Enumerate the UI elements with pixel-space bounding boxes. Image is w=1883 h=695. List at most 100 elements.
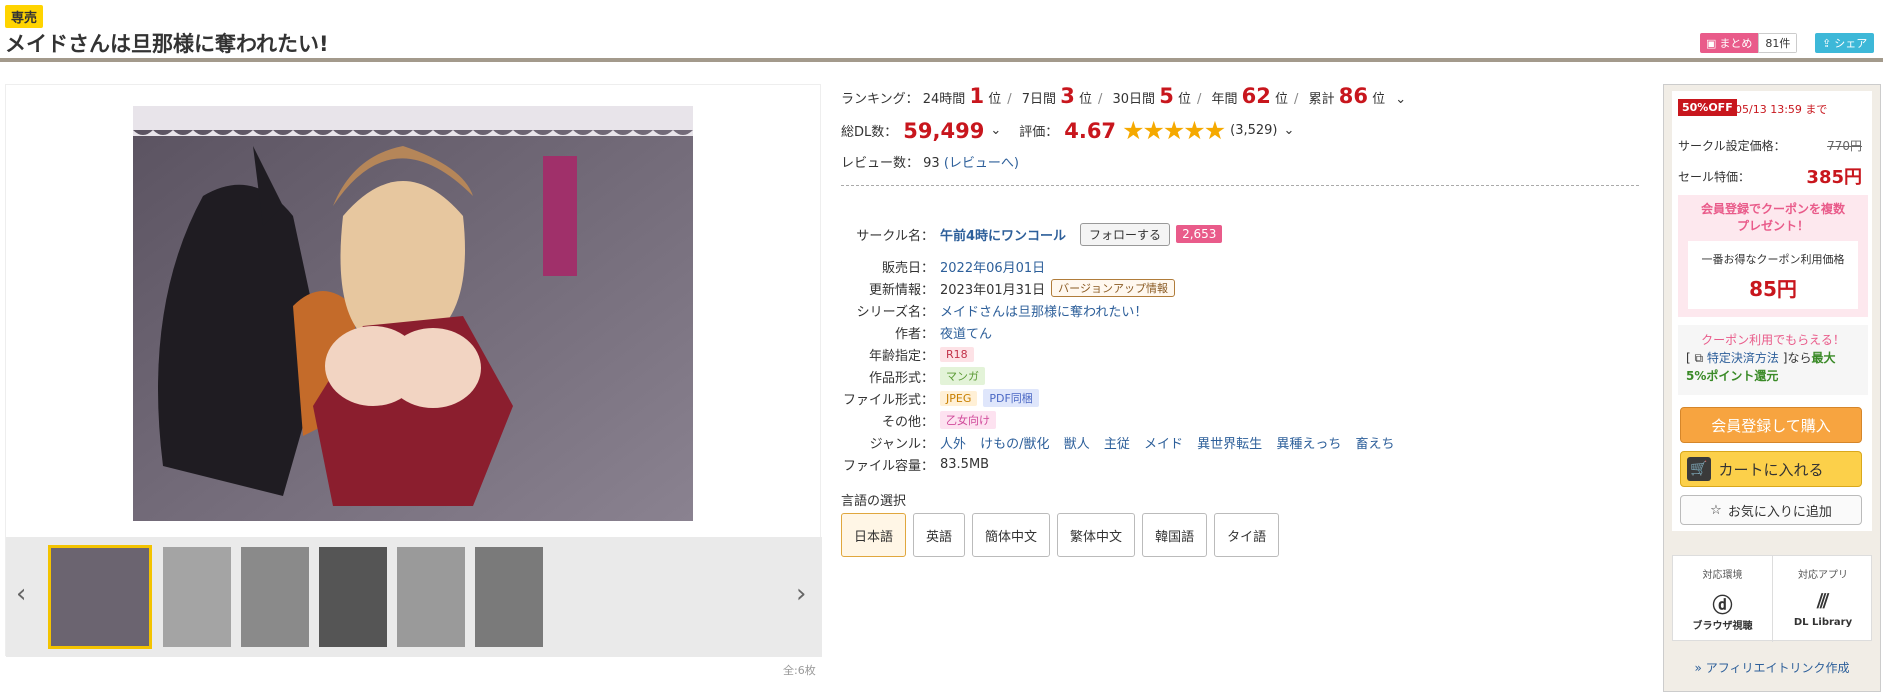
matome-count: 81件	[1758, 33, 1798, 53]
genre-link[interactable]: 主従	[1104, 437, 1130, 452]
app-label: 対応アプリ	[1798, 570, 1848, 581]
coupon-box[interactable]: 会員登録でクーポンを複数 プレゼント！ 一番お得なクーポン利用価格 85円	[1678, 195, 1868, 317]
register-buy-button[interactable]: 会員登録して購入	[1680, 407, 1862, 443]
coupon-title: 会員登録でクーポンを複数 プレゼント！	[1678, 201, 1868, 235]
sale-price-label: セール特価：	[1678, 169, 1751, 184]
rating-value: 4.67	[1064, 118, 1117, 143]
thumbnail-3[interactable]	[241, 547, 309, 647]
language-label: 言語の選択	[841, 494, 907, 509]
size-value: 83.5MB	[940, 456, 990, 472]
rank-7d: 3	[1060, 84, 1075, 108]
thumbnail-4[interactable]	[319, 547, 387, 647]
genre-link[interactable]: 異種えっち	[1276, 437, 1341, 452]
coupon-points-text: クーポン利用でもらえる！	[1701, 333, 1845, 347]
follow-count: 2,653	[1176, 225, 1223, 243]
next-arrow-icon[interactable]: ›	[796, 579, 806, 609]
app-name: DL Library	[1793, 617, 1853, 628]
coupon-price: 85円	[1749, 277, 1797, 301]
matome-label: まとめ	[1719, 37, 1753, 50]
update-label: 更新情報：	[868, 282, 934, 298]
circle-link[interactable]: 午前4時にワンコール	[940, 225, 1066, 244]
compatibility-box: 対応環境 ⓓ ブラウザ視聴 対応アプリ ⫻ DL Library	[1672, 555, 1872, 642]
thumbnail-6[interactable]	[475, 547, 543, 647]
language-option-ja[interactable]: 日本語	[841, 513, 907, 557]
thumbnail-5[interactable]	[397, 547, 465, 647]
point-box: クーポン利用でもらえる！ [ ⧉ 特定決済方法 ]なら最大 5%ポイント還元	[1678, 325, 1868, 395]
share-button[interactable]: ⇪ シェア	[1815, 33, 1875, 53]
main-cover-image[interactable]	[133, 106, 693, 521]
other-tag[interactable]: 乙女向け	[940, 411, 996, 429]
language-option-zh-cn[interactable]: 簡体中文	[972, 513, 1051, 557]
page-count: 全:6枚	[783, 664, 816, 677]
age-tag: R18	[940, 346, 974, 362]
rating-stars-icon: ★★★★★	[1122, 116, 1226, 145]
language-option-zh-tw[interactable]: 繁体中文	[1057, 513, 1136, 557]
follow-button[interactable]: フォローする	[1080, 222, 1171, 246]
circle-price-row: サークル設定価格： 770円	[1678, 137, 1862, 154]
image-gallery: ‹ ›	[5, 84, 822, 657]
language-selector: 日本語 英語 簡体中文 繁体中文 韓国語 タイ語	[841, 513, 1280, 557]
circle-price-label: サークル設定価格：	[1678, 139, 1786, 153]
chevron-down-icon[interactable]: ⌄	[1395, 92, 1406, 107]
thumbnail-strip: ‹ ›	[6, 537, 822, 657]
sale-price: 385円	[1806, 167, 1862, 188]
age-label: 年齢指定：	[868, 348, 934, 364]
rank-period-30d: 30日間	[1112, 92, 1156, 107]
affiliate-link[interactable]: » アフィリエイトリンク作成	[1672, 659, 1872, 676]
rank-unit: 位	[1177, 92, 1191, 107]
add-to-cart-button[interactable]: 🛒 カートに入れる	[1680, 451, 1862, 487]
format-tag[interactable]: マンガ	[940, 367, 985, 385]
version-info-tag[interactable]: バージョンアップ情報	[1051, 279, 1175, 297]
release-date[interactable]: 2022年06月01日	[940, 257, 1045, 276]
cover-art	[133, 106, 693, 521]
coupon-price-box: 一番お得なクーポン利用価格 85円	[1688, 241, 1858, 309]
stats-row: 総DL数： 59,499 ⌄ 評価： 4.67 ★★★★★ (3,529) ⌄	[841, 116, 1294, 145]
rank-unit: 位	[1372, 92, 1386, 107]
dl-count: 59,499	[903, 118, 985, 143]
rank-unit: 位	[1078, 92, 1092, 107]
rank-period-year: 年間	[1211, 92, 1238, 107]
rating-label: 評価：	[1019, 125, 1059, 140]
spec-format: 作品形式： マンガ	[841, 366, 985, 386]
series-link[interactable]: メイドさんは旦那様に奪われたい！	[940, 301, 1147, 320]
discount-badge: 50%OFF	[1678, 99, 1737, 116]
add-favorite-button[interactable]: ☆ お気に入りに追加	[1680, 495, 1862, 525]
divider	[841, 185, 1639, 186]
env-browser: 対応環境 ⓓ ブラウザ視聴	[1673, 556, 1773, 642]
chevron-down-icon[interactable]: ⌄	[1284, 123, 1295, 138]
env-label: 対応環境	[1702, 570, 1743, 581]
series-label: シリーズ名：	[856, 304, 934, 320]
dl-library-icon: ⫻	[1817, 589, 1829, 613]
genre-link[interactable]: けもの/獣化	[980, 437, 1049, 452]
review-link[interactable]: (レビューへ)	[944, 156, 1019, 171]
ranking-label: ランキング：	[841, 92, 919, 107]
genre-link[interactable]: 畜えち	[1355, 437, 1394, 452]
rank-unit: 位	[1275, 92, 1289, 107]
thumbnail-1[interactable]	[48, 545, 152, 649]
bracket: [	[1686, 351, 1691, 365]
language-option-ko[interactable]: 韓国語	[1142, 513, 1208, 557]
circle-label: サークル名：	[856, 228, 934, 244]
genre-link[interactable]: メイド	[1144, 437, 1183, 452]
payment-method-link[interactable]: 特定決済方法	[1707, 351, 1779, 365]
spec-age: 年齢指定： R18	[841, 344, 974, 364]
author-link[interactable]: 夜道てん	[940, 323, 992, 342]
chevron-down-icon[interactable]: ⌄	[990, 123, 1001, 138]
matome-button[interactable]: ▣ まとめ 81件	[1700, 33, 1798, 53]
rank-30d: 5	[1159, 84, 1174, 108]
thumbnail-2[interactable]	[163, 547, 231, 647]
spec-other: その他： 乙女向け	[841, 410, 996, 430]
genre-link[interactable]: 人外	[940, 437, 966, 452]
browser-view-icon: ⓓ	[1712, 593, 1733, 617]
prev-arrow-icon[interactable]: ‹	[16, 579, 26, 609]
language-option-en[interactable]: 英語	[913, 513, 966, 557]
work-title: メイドさんは旦那様に奪われたい!	[5, 32, 329, 56]
spec-size: ファイル容量： 83.5MB	[841, 454, 989, 474]
spec-update: 更新情報： 2023年01月31日 バージョンアップ情報	[841, 278, 1175, 298]
other-label: その他：	[881, 414, 934, 430]
language-option-th[interactable]: タイ語	[1214, 513, 1280, 557]
genre-link[interactable]: 獣人	[1064, 437, 1090, 452]
rank-year: 62	[1241, 84, 1271, 108]
spec-author: 作者： 夜道てん	[841, 322, 992, 342]
genre-link[interactable]: 異世界転生	[1197, 437, 1262, 452]
